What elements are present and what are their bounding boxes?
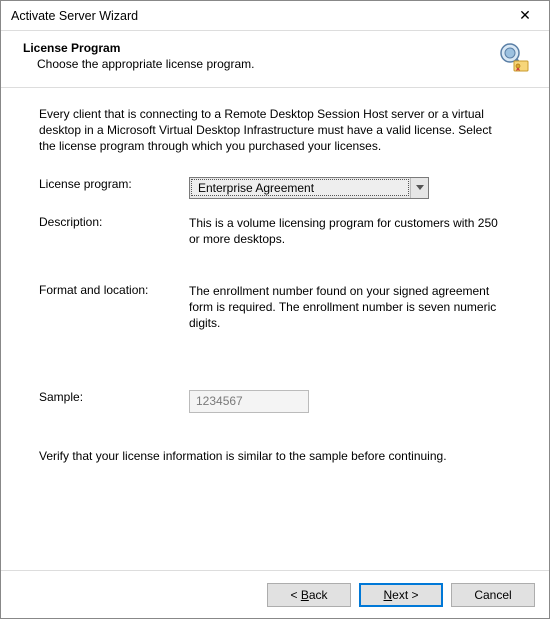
license-program-dropdown[interactable]: Enterprise Agreement [189,177,429,199]
sample-input [189,390,309,413]
dropdown-selected: Enterprise Agreement [191,179,409,196]
close-button[interactable]: ✕ [503,2,547,30]
label-sample: Sample: [39,390,189,404]
window-title: Activate Server Wizard [11,9,503,23]
row-sample: Sample: [39,390,511,413]
chevron-down-icon [410,178,428,198]
value-program: Enterprise Agreement [189,177,511,199]
row-description: Description: This is a volume licensing … [39,215,511,247]
wizard-content: Every client that is connecting to a Rem… [1,88,549,570]
header-title: License Program [23,41,497,55]
row-format: Format and location: The enrollment numb… [39,283,511,332]
cancel-button[interactable]: Cancel [451,583,535,607]
next-button[interactable]: Next > [359,583,443,607]
back-button[interactable]: < Back [267,583,351,607]
close-icon: ✕ [519,7,531,24]
wizard-window: Activate Server Wizard ✕ License Program… [0,0,550,619]
header-subtitle: Choose the appropriate license program. [23,57,497,71]
wizard-header: License Program Choose the appropriate l… [1,31,549,88]
intro-text: Every client that is connecting to a Rem… [39,106,511,155]
value-description: This is a volume licensing program for c… [189,215,511,247]
header-text: License Program Choose the appropriate l… [23,41,497,71]
label-description: Description: [39,215,189,229]
wizard-footer: < Back Next > Cancel [1,570,549,618]
label-program: License program: [39,177,189,191]
verify-text: Verify that your license information is … [39,449,511,463]
row-program: License program: Enterprise Agreement [39,177,511,199]
value-sample [189,390,511,413]
value-format: The enrollment number found on your sign… [189,283,511,332]
label-format: Format and location: [39,283,189,297]
titlebar: Activate Server Wizard ✕ [1,1,549,31]
license-icon [497,41,529,73]
